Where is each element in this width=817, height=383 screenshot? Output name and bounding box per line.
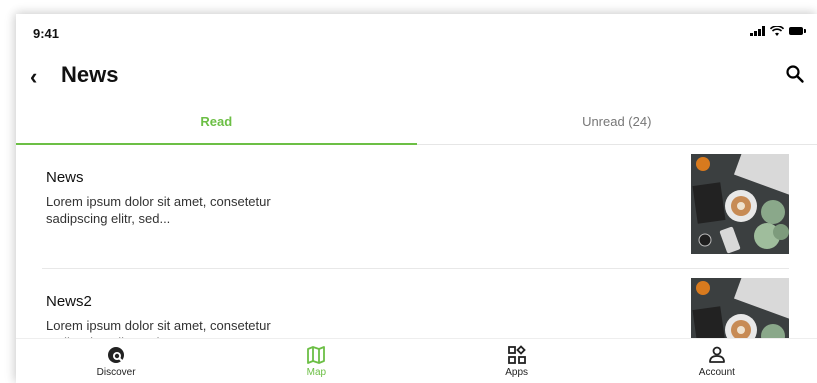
list-item[interactable]: News Lorem ipsum dolor sit amet, consete…: [42, 145, 789, 267]
app-frame: 9:41 ‹ News Read Unread (24) News Lorem …: [16, 14, 817, 383]
apps-icon: [507, 344, 526, 364]
news-description: Lorem ipsum dolor sit amet, consetetur s…: [46, 318, 271, 339]
nav-label: Apps: [505, 366, 529, 378]
news-list: News Lorem ipsum dolor sit amet, consete…: [16, 145, 817, 339]
list-item[interactable]: News2 Lorem ipsum dolor sit amet, conset…: [42, 269, 789, 339]
status-time: 9:41: [33, 26, 60, 41]
search-icon[interactable]: [785, 64, 805, 84]
header: ‹ News: [16, 58, 817, 94]
news-thumbnail: [691, 154, 789, 254]
map-icon: [307, 345, 326, 364]
nav-label: Account: [698, 366, 735, 378]
chevron-left-icon[interactable]: ‹: [30, 64, 37, 90]
bottom-nav: Discover Map Apps Account: [16, 338, 817, 383]
news-title: News: [46, 169, 84, 186]
nav-label: Map: [306, 366, 327, 378]
news-thumbnail: [691, 278, 789, 339]
news-description: Lorem ipsum dolor sit amet, consetetur s…: [46, 194, 271, 226]
nav-account[interactable]: Account: [617, 339, 817, 383]
signal-icon: [750, 26, 765, 36]
page-title: News: [61, 62, 119, 87]
nav-label: Discover: [96, 366, 136, 378]
wifi-icon: [770, 26, 784, 36]
tab-read[interactable]: Read: [16, 108, 417, 145]
nav-discover[interactable]: Discover: [16, 339, 216, 383]
account-icon: [708, 346, 725, 363]
nav-map[interactable]: Map: [216, 339, 416, 383]
battery-icon: [789, 27, 806, 35]
status-icons: [750, 26, 806, 36]
tab-bar: Read Unread (24): [16, 108, 817, 145]
discover-icon: [108, 346, 125, 363]
news-title: News2: [46, 293, 92, 310]
status-bar: 9:41: [16, 14, 817, 50]
nav-apps[interactable]: Apps: [417, 339, 617, 383]
tab-unread[interactable]: Unread (24): [417, 108, 817, 144]
